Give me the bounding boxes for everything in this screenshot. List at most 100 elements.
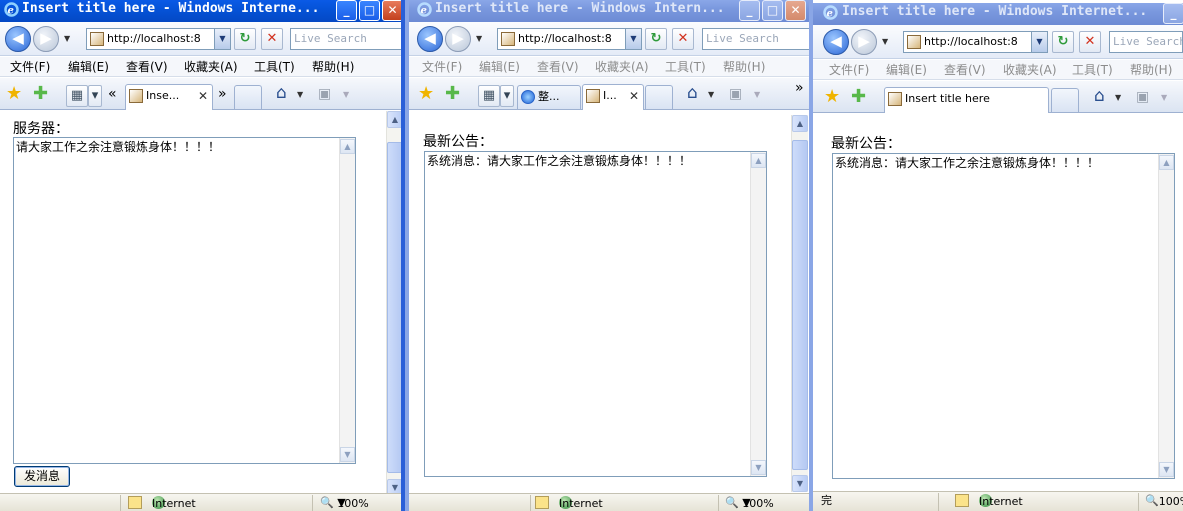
add-favorite-icon[interactable]: ✚ [33, 83, 48, 104]
menu-tools[interactable]: 工具(T) [665, 58, 706, 76]
minimize-button[interactable]: _ [739, 0, 760, 21]
address-bar[interactable]: http://localhost:8 ▼ [903, 31, 1048, 53]
new-tab-button[interactable] [1051, 88, 1079, 112]
menu-favorites[interactable]: 收藏夹(A) [184, 58, 238, 76]
scroll-up-icon[interactable]: ▲ [751, 153, 766, 168]
close-tab-icon[interactable]: ✕ [198, 85, 208, 107]
forward-button[interactable]: ▶ [851, 29, 877, 55]
textarea-scrollbar[interactable]: ▲ ▼ [1158, 154, 1174, 478]
refresh-button[interactable]: ↻ [645, 28, 667, 50]
tab-insert-title[interactable]: Insert title here [884, 87, 1049, 113]
menu-edit[interactable]: 编辑(E) [479, 58, 520, 76]
close-button[interactable]: ✕ [785, 0, 806, 21]
feeds-icon[interactable]: ▣ [729, 86, 742, 102]
feeds-dropdown-icon[interactable]: ▼ [343, 90, 349, 99]
address-bar[interactable]: http://localhost:8 ▼ [497, 28, 642, 50]
scroll-tabs-left-icon[interactable]: « [108, 86, 117, 102]
announcement-textarea[interactable]: 系统消息：请大家工作之余注意锻炼身体！！！！ ▲ ▼ [424, 151, 767, 477]
quick-tabs-button[interactable]: ▦ [66, 85, 88, 107]
page-scroll-up-icon[interactable]: ▲ [792, 115, 808, 132]
tab-list-button[interactable]: ▾ [88, 85, 102, 107]
refresh-button[interactable]: ↻ [1052, 31, 1074, 53]
address-dropdown-icon[interactable]: ▼ [1031, 32, 1047, 52]
address-dropdown-icon[interactable]: ▼ [214, 29, 230, 49]
menu-file[interactable]: 文件(F) [422, 58, 462, 76]
page-scroll-down-icon[interactable]: ▼ [792, 475, 808, 492]
send-message-button[interactable]: 发消息 [14, 466, 70, 487]
add-favorite-icon[interactable]: ✚ [851, 86, 866, 107]
menu-tools[interactable]: 工具(T) [1072, 61, 1113, 79]
feeds-dropdown-icon[interactable]: ▼ [754, 90, 760, 99]
textarea-scrollbar[interactable]: ▲ ▼ [339, 138, 355, 463]
minimize-button[interactable]: _ [1163, 3, 1183, 24]
scroll-down-icon[interactable]: ▼ [1159, 462, 1174, 477]
menu-edit[interactable]: 编辑(E) [886, 61, 927, 79]
menu-help[interactable]: 帮助(H) [312, 58, 354, 76]
search-input[interactable]: Live Search [290, 28, 405, 50]
close-tab-icon[interactable]: ✕ [629, 85, 639, 107]
scroll-down-icon[interactable]: ▼ [340, 447, 355, 462]
forward-button[interactable]: ▶ [445, 26, 471, 52]
page-scrollbar[interactable]: ▲ ▼ [791, 115, 808, 492]
menu-favorites[interactable]: 收藏夹(A) [595, 58, 649, 76]
tab-1[interactable]: 整... [517, 85, 581, 109]
favorites-star-icon[interactable]: ★ [6, 83, 22, 104]
address-bar[interactable]: http://localhost:8 ▼ [86, 28, 231, 50]
scroll-down-icon[interactable]: ▼ [751, 460, 766, 475]
menu-tools[interactable]: 工具(T) [254, 58, 295, 76]
menu-help[interactable]: 帮助(H) [723, 58, 765, 76]
zoom-level[interactable]: 🔍 100% ▼ [725, 495, 774, 511]
title-bar[interactable]: e Insert title here - Windows Internet..… [813, 3, 1183, 25]
tab-insert-title[interactable]: Inse... ✕ [125, 84, 213, 110]
history-dropdown-icon[interactable]: ▼ [476, 34, 482, 43]
favorites-star-icon[interactable]: ★ [418, 83, 434, 104]
history-dropdown-icon[interactable]: ▼ [64, 34, 70, 43]
back-button[interactable]: ◀ [5, 26, 31, 52]
title-bar[interactable]: e Insert title here - Windows Interne...… [0, 0, 405, 22]
maximize-button[interactable]: □ [762, 0, 783, 21]
textarea-scrollbar[interactable]: ▲ ▼ [750, 152, 766, 476]
menu-view[interactable]: 查看(V) [537, 58, 579, 76]
back-button[interactable]: ◀ [823, 29, 849, 55]
menu-help[interactable]: 帮助(H) [1130, 61, 1172, 79]
feeds-dropdown-icon[interactable]: ▼ [1161, 93, 1167, 102]
feeds-icon[interactable]: ▣ [1136, 89, 1149, 105]
feeds-icon[interactable]: ▣ [318, 86, 331, 102]
add-favorite-icon[interactable]: ✚ [445, 83, 460, 104]
close-button[interactable]: ✕ [382, 0, 403, 21]
home-dropdown-icon[interactable]: ▼ [708, 90, 714, 99]
scroll-up-icon[interactable]: ▲ [340, 139, 355, 154]
back-button[interactable]: ◀ [417, 26, 443, 52]
menu-edit[interactable]: 编辑(E) [68, 58, 109, 76]
maximize-button[interactable]: □ [359, 0, 380, 21]
stop-button[interactable]: ✕ [1079, 31, 1101, 53]
toolbar-overflow-icon[interactable]: » [795, 80, 804, 96]
favorites-star-icon[interactable]: ★ [824, 86, 840, 107]
history-dropdown-icon[interactable]: ▼ [882, 37, 888, 46]
search-input[interactable]: Live Search [1109, 31, 1183, 53]
tab-list-button[interactable]: ▾ [500, 85, 514, 107]
new-tab-button[interactable] [645, 85, 673, 109]
zoom-level[interactable]: 🔍 100% ▼ [320, 495, 369, 511]
menu-view[interactable]: 查看(V) [944, 61, 986, 79]
menu-file[interactable]: 文件(F) [10, 58, 50, 76]
message-textarea[interactable]: 请大家工作之余注意锻炼身体！！！！ ▲ ▼ [13, 137, 356, 464]
refresh-button[interactable]: ↻ [234, 28, 256, 50]
quick-tabs-button[interactable]: ▦ [478, 85, 500, 107]
tab-2[interactable]: I... ✕ [582, 84, 644, 110]
forward-button[interactable]: ▶ [33, 26, 59, 52]
menu-favorites[interactable]: 收藏夹(A) [1003, 61, 1057, 79]
page-scroll-thumb[interactable] [792, 140, 808, 470]
home-icon[interactable]: ⌂ [687, 83, 698, 103]
home-dropdown-icon[interactable]: ▼ [297, 90, 303, 99]
announcement-textarea[interactable]: 系统消息：请大家工作之余注意锻炼身体！！！！ ▲ ▼ [832, 153, 1175, 479]
menu-file[interactable]: 文件(F) [829, 61, 869, 79]
search-input[interactable]: Live Search [702, 28, 810, 50]
scroll-tabs-right-icon[interactable]: » [218, 86, 227, 102]
stop-button[interactable]: ✕ [261, 28, 283, 50]
home-dropdown-icon[interactable]: ▼ [1115, 93, 1121, 102]
home-icon[interactable]: ⌂ [1094, 86, 1105, 106]
title-bar[interactable]: e Insert title here - Windows Intern... … [405, 0, 813, 22]
new-tab-button[interactable] [234, 85, 262, 109]
scroll-up-icon[interactable]: ▲ [1159, 155, 1174, 170]
